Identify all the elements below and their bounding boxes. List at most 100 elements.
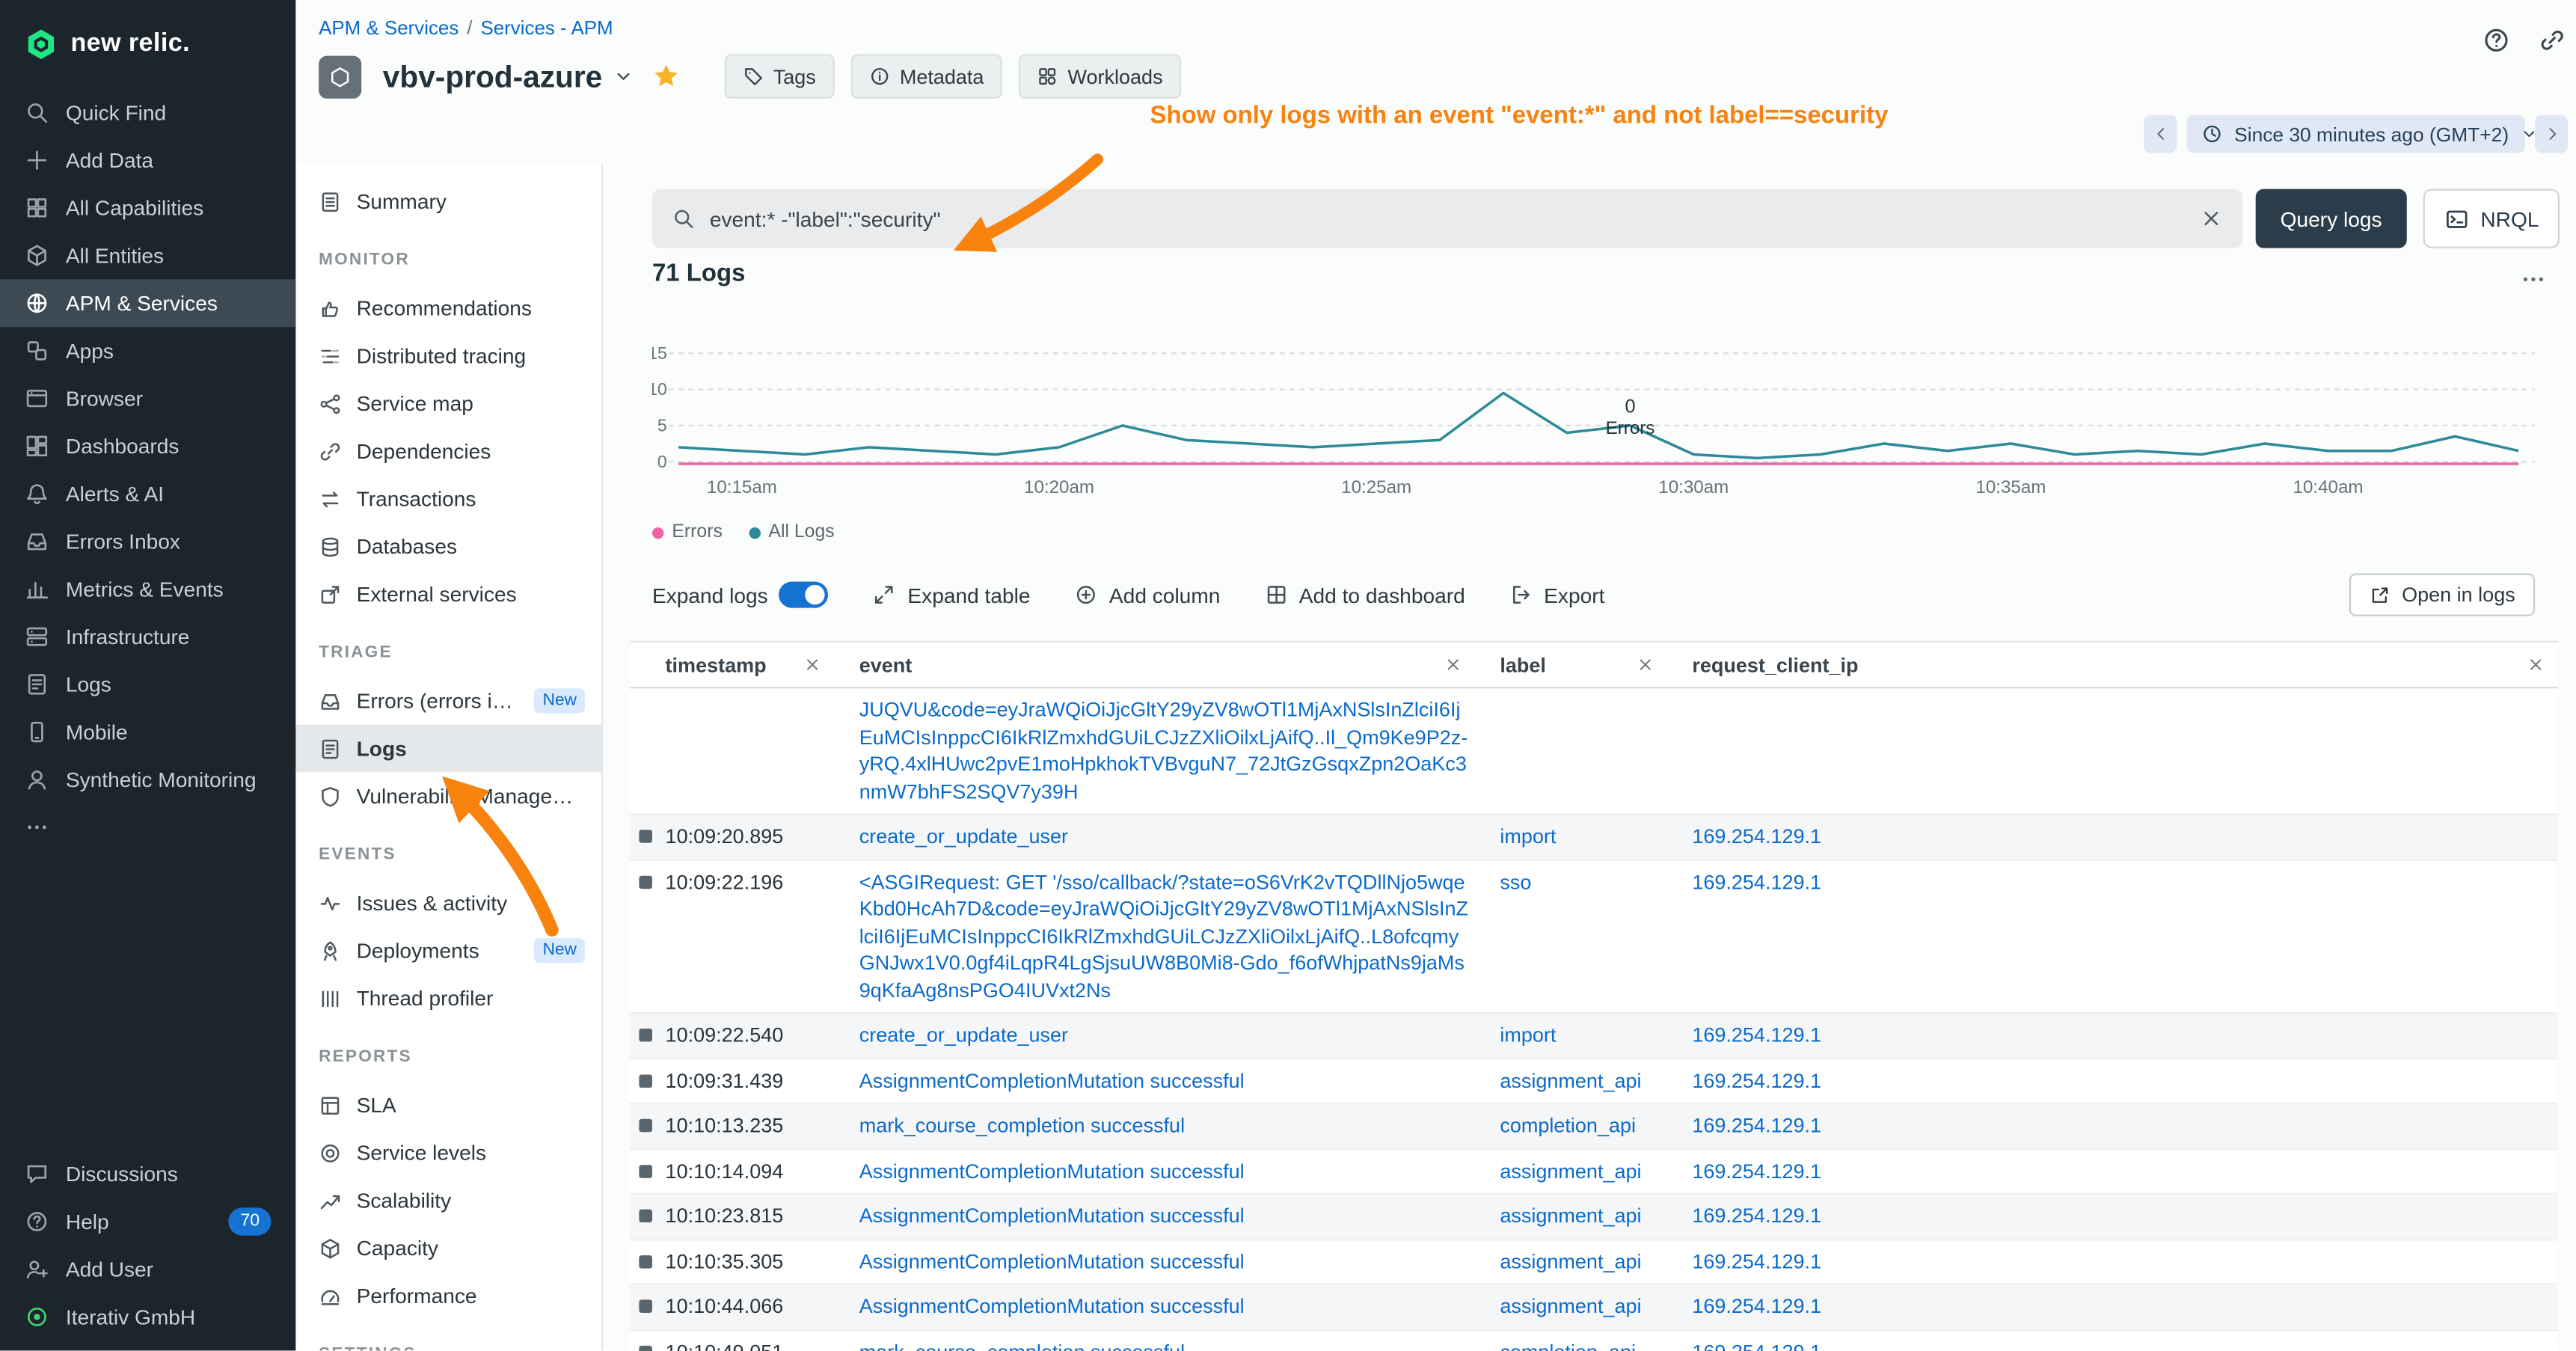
workloads-button[interactable]: Workloads bbox=[1019, 54, 1181, 98]
column-header-label[interactable]: label bbox=[1495, 643, 1687, 687]
log-table-row[interactable]: 10:10:13.235mark_course_completion succe… bbox=[629, 1104, 2558, 1149]
sidebar-footer-item-iterativ-gmbh[interactable]: Iterativ GmbH bbox=[0, 1293, 295, 1341]
tags-button[interactable]: Tags bbox=[724, 54, 834, 98]
breadcrumb-link-services-apm[interactable]: Services - APM bbox=[480, 16, 613, 40]
service-nav-item-sla[interactable]: SLA bbox=[295, 1081, 601, 1129]
service-nav-item-databases[interactable]: Databases bbox=[295, 522, 601, 570]
log-table-row[interactable]: 10:10:49.051mark_course_completion succe… bbox=[629, 1330, 2558, 1351]
cell-event-link[interactable]: AssignmentCompletionMutation successful bbox=[859, 1069, 1245, 1092]
sidebar-item-all-entities[interactable]: All Entities bbox=[0, 232, 295, 280]
row-checkbox[interactable] bbox=[639, 830, 652, 843]
cell-label-link[interactable]: import bbox=[1500, 1023, 1556, 1047]
cell-event-link[interactable]: mark_course_completion successful bbox=[859, 1114, 1185, 1137]
row-checkbox[interactable] bbox=[639, 1299, 652, 1313]
service-nav-item-external-services[interactable]: External services bbox=[295, 570, 601, 618]
nrql-button[interactable]: NRQL bbox=[2423, 189, 2560, 248]
sidebar-item-add-data[interactable]: Add Data bbox=[0, 136, 295, 184]
service-nav-item-thread-profiler[interactable]: Thread profiler bbox=[295, 974, 601, 1022]
sidebar-item-browser[interactable]: Browser bbox=[0, 375, 295, 423]
export-button[interactable]: Export bbox=[1509, 583, 1604, 607]
sidebar-item-more[interactable] bbox=[0, 803, 295, 851]
service-nav-item-issues-activity[interactable]: Issues & activity bbox=[295, 879, 601, 927]
row-checkbox[interactable] bbox=[639, 1254, 652, 1268]
sidebar-item-all-capabilities[interactable]: All Capabilities bbox=[0, 184, 295, 232]
cell-request-client-ip-link[interactable]: 169.254.129.1 bbox=[1692, 1204, 1821, 1228]
cell-label-link[interactable]: completion_api bbox=[1500, 1340, 1636, 1351]
log-table-row[interactable]: 10:09:22.196<ASGIRequest: GET '/sso/call… bbox=[629, 860, 2558, 1014]
open-in-logs-button[interactable]: Open in logs bbox=[2349, 574, 2535, 616]
log-table-row[interactable]: 10:10:44.066AssignmentCompletionMutation… bbox=[629, 1285, 2558, 1330]
service-nav-item-vulnerability-management[interactable]: Vulnerability Management bbox=[295, 772, 601, 820]
cell-label-link[interactable]: import bbox=[1500, 825, 1556, 848]
sidebar-item-infrastructure[interactable]: Infrastructure bbox=[0, 613, 295, 661]
service-nav-item-distributed-tracing[interactable]: Distributed tracing bbox=[295, 332, 601, 380]
breadcrumb-link-apm-services[interactable]: APM & Services bbox=[319, 16, 459, 40]
row-checkbox[interactable] bbox=[639, 1073, 652, 1087]
row-checkbox[interactable] bbox=[639, 1210, 652, 1223]
column-header-timestamp[interactable]: timestamp bbox=[629, 643, 854, 687]
cell-request-client-ip-link[interactable]: 169.254.129.1 bbox=[1692, 825, 1821, 848]
add-column-button[interactable]: Add column bbox=[1075, 583, 1221, 607]
cell-request-client-ip-link[interactable]: 169.254.129.1 bbox=[1692, 1114, 1821, 1137]
cell-event-link[interactable]: AssignmentCompletionMutation successful bbox=[859, 1295, 1245, 1318]
log-table-row[interactable]: 10:09:31.439AssignmentCompletionMutation… bbox=[629, 1059, 2558, 1104]
cell-label-link[interactable]: assignment_api bbox=[1500, 1159, 1641, 1183]
clear-query-icon[interactable] bbox=[2200, 207, 2223, 230]
service-nav-item-errors-errors-inb[interactable]: Errors (errors inb...New bbox=[295, 677, 601, 725]
sidebar-item-logs[interactable]: Logs bbox=[0, 661, 295, 708]
sidebar-item-apps[interactable]: Apps bbox=[0, 327, 295, 375]
column-header-event[interactable]: event bbox=[854, 643, 1495, 687]
cell-event-link[interactable]: AssignmentCompletionMutation successful bbox=[859, 1159, 1245, 1183]
cell-event-link[interactable]: create_or_update_user bbox=[859, 825, 1068, 848]
log-table-row[interactable]: JUQVU&code=eyJraWQiOiJjcGltY29yZV8wOTl1M… bbox=[629, 688, 2558, 815]
row-checkbox[interactable] bbox=[639, 1345, 652, 1351]
service-nav-item-summary[interactable]: Summary bbox=[295, 177, 601, 225]
expand-table-button[interactable]: Expand table bbox=[873, 583, 1030, 607]
log-table-row[interactable]: 10:10:23.815AssignmentCompletionMutation… bbox=[629, 1195, 2558, 1240]
service-nav-item-service-map[interactable]: Service map bbox=[295, 379, 601, 427]
cell-request-client-ip-link[interactable]: 169.254.129.1 bbox=[1692, 1249, 1821, 1272]
sidebar-item-dashboards[interactable]: Dashboards bbox=[0, 422, 295, 470]
column-header-request-client-ip[interactable]: request_client_ip bbox=[1687, 643, 2558, 687]
expand-logs-toggle[interactable] bbox=[779, 582, 829, 608]
sidebar-item-mobile[interactable]: Mobile bbox=[0, 708, 295, 756]
cell-request-client-ip-link[interactable]: 169.254.129.1 bbox=[1692, 1295, 1821, 1318]
sidebar-item-alerts-ai[interactable]: Alerts & AI bbox=[0, 470, 295, 518]
cell-event-link[interactable]: AssignmentCompletionMutation successful bbox=[859, 1204, 1245, 1228]
cell-request-client-ip-link[interactable]: 169.254.129.1 bbox=[1692, 1023, 1821, 1047]
time-forward-button[interactable] bbox=[2535, 115, 2568, 153]
cell-label-link[interactable]: assignment_api bbox=[1500, 1295, 1641, 1318]
sidebar-item-errors-inbox[interactable]: Errors Inbox bbox=[0, 518, 295, 566]
sidebar-footer-item-add-user[interactable]: Add User bbox=[0, 1246, 295, 1293]
service-nav-item-capacity[interactable]: Capacity bbox=[295, 1224, 601, 1272]
cell-event-link[interactable]: AssignmentCompletionMutation successful bbox=[859, 1249, 1245, 1272]
log-table-row[interactable]: 10:10:35.305AssignmentCompletionMutation… bbox=[629, 1240, 2558, 1284]
help-circle-button[interactable] bbox=[2477, 22, 2513, 58]
sidebar-item-quick-find[interactable]: Quick Find bbox=[0, 89, 295, 137]
cell-label-link[interactable]: assignment_api bbox=[1500, 1069, 1641, 1092]
remove-column-request-client-ip-icon[interactable] bbox=[2527, 655, 2545, 673]
sidebar-footer-item-discussions[interactable]: Discussions bbox=[0, 1151, 295, 1198]
service-nav-item-transactions[interactable]: Transactions bbox=[295, 475, 601, 523]
legend-item-errors[interactable]: Errors bbox=[652, 522, 723, 542]
log-query-input[interactable] bbox=[710, 206, 2185, 231]
sidebar-item-metrics-events[interactable]: Metrics & Events bbox=[0, 566, 295, 613]
legend-item-all-logs[interactable]: All Logs bbox=[749, 522, 835, 542]
cell-event-link[interactable]: <ASGIRequest: GET '/sso/callback/?state=… bbox=[859, 870, 1468, 1002]
log-table-row[interactable]: 10:09:22.540create_or_update_userimport1… bbox=[629, 1014, 2558, 1059]
row-checkbox[interactable] bbox=[639, 1029, 652, 1042]
cell-label-link[interactable]: assignment_api bbox=[1500, 1249, 1641, 1272]
service-nav-item-recommendations[interactable]: Recommendations bbox=[295, 284, 601, 332]
service-nav-item-performance[interactable]: Performance bbox=[295, 1272, 601, 1320]
log-table-row[interactable]: 10:09:20.895create_or_update_userimport1… bbox=[629, 815, 2558, 860]
remove-column-label-icon[interactable] bbox=[1637, 655, 1655, 673]
cell-label-link[interactable]: sso bbox=[1500, 870, 1531, 893]
sidebar-item-synthetic-monitoring[interactable]: Synthetic Monitoring bbox=[0, 756, 295, 803]
service-nav-item-service-levels[interactable]: Service levels bbox=[295, 1129, 601, 1177]
cell-event-link[interactable]: create_or_update_user bbox=[859, 1023, 1068, 1047]
new-relic-logo[interactable]: new relic. bbox=[0, 0, 295, 89]
remove-column-timestamp-icon[interactable] bbox=[803, 655, 821, 673]
remove-column-event-icon[interactable] bbox=[1444, 655, 1462, 673]
metadata-button[interactable]: Metadata bbox=[850, 54, 1002, 98]
entity-switcher-caret-icon[interactable] bbox=[612, 66, 634, 88]
